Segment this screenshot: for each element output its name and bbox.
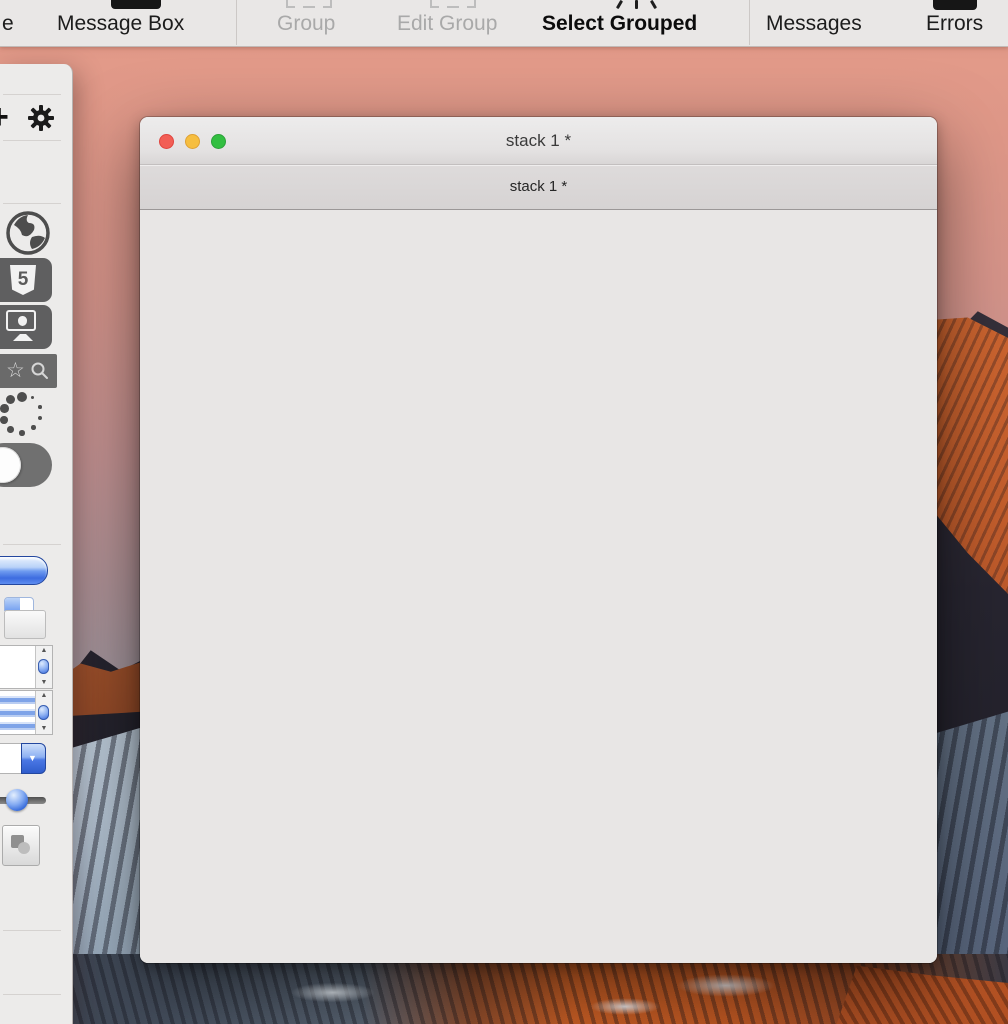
monitor-icon xyxy=(6,310,40,344)
palette-divider xyxy=(3,994,61,995)
palette-divider xyxy=(3,94,61,95)
push-button-tool[interactable] xyxy=(0,556,48,585)
browser-widget-icon[interactable] xyxy=(5,210,51,256)
stack-tab[interactable]: stack 1 * xyxy=(140,165,937,209)
slider-tool[interactable] xyxy=(0,787,48,813)
desktop: e Message Box Group Edit Group Select Gr… xyxy=(0,0,1008,1024)
navigation-bar-widget-icon[interactable]: ☆ xyxy=(0,354,57,388)
scrolling-field-tool[interactable]: ▲ ▼ xyxy=(0,645,53,689)
html5-widget-icon[interactable]: 5 xyxy=(0,258,52,302)
combo-box-tool[interactable] xyxy=(0,743,46,774)
toolbar-item-message-box[interactable]: Message Box xyxy=(57,9,184,39)
stack-canvas[interactable] xyxy=(140,210,937,963)
dropdown-arrow-icon xyxy=(21,743,46,774)
star-icon: ☆ xyxy=(6,358,25,384)
scrollbar: ▲ ▼ xyxy=(35,646,52,688)
toolbar-item-edit-group[interactable]: Edit Group xyxy=(397,9,497,39)
tab-panel-tool[interactable] xyxy=(4,597,46,639)
html5-shield-icon: 5 xyxy=(10,265,36,295)
select-grouped-icon xyxy=(614,0,660,9)
switch-knob xyxy=(0,447,21,483)
busy-indicator-widget-icon[interactable] xyxy=(0,392,46,442)
search-icon xyxy=(30,361,50,386)
palette-divider xyxy=(3,930,61,931)
group-icon xyxy=(286,0,332,8)
switch-widget-icon[interactable] xyxy=(0,443,52,487)
palette-divider xyxy=(3,544,61,545)
tools-palette: + xyxy=(0,64,73,1024)
window-titlebar[interactable]: stack 1 * xyxy=(140,117,937,165)
stack-tabbar: stack 1 * xyxy=(140,165,937,210)
toolbar-item-group[interactable]: Group xyxy=(277,9,335,39)
stack-window: stack 1 * stack 1 * xyxy=(140,117,937,963)
gear-icon[interactable] xyxy=(28,105,54,131)
image-area-tool[interactable] xyxy=(2,825,40,866)
apple-logo-icon xyxy=(18,316,27,326)
window-title: stack 1 * xyxy=(140,117,937,165)
slider-thumb[interactable] xyxy=(6,789,28,811)
toolbar-item-errors[interactable]: Errors xyxy=(926,9,983,39)
player-widget-icon[interactable] xyxy=(0,305,52,349)
edit-group-icon xyxy=(430,0,476,8)
toolbar-separator xyxy=(236,0,237,45)
list-field-tool[interactable]: ▲ ▼ xyxy=(0,690,53,735)
toolbar-separator xyxy=(749,0,750,45)
palette-divider xyxy=(3,203,61,204)
message-box-icon xyxy=(111,0,161,9)
main-toolbar: e Message Box Group Edit Group Select Gr… xyxy=(0,0,1008,47)
toolbar-item-select-grouped[interactable]: Select Grouped xyxy=(542,9,697,39)
add-icon[interactable]: + xyxy=(0,100,9,134)
toolbar-item-messages[interactable]: Messages xyxy=(766,9,862,39)
scrollbar: ▲ ▼ xyxy=(35,691,52,734)
palette-divider xyxy=(3,140,61,141)
toolbar-item-partial[interactable]: e xyxy=(2,9,14,39)
